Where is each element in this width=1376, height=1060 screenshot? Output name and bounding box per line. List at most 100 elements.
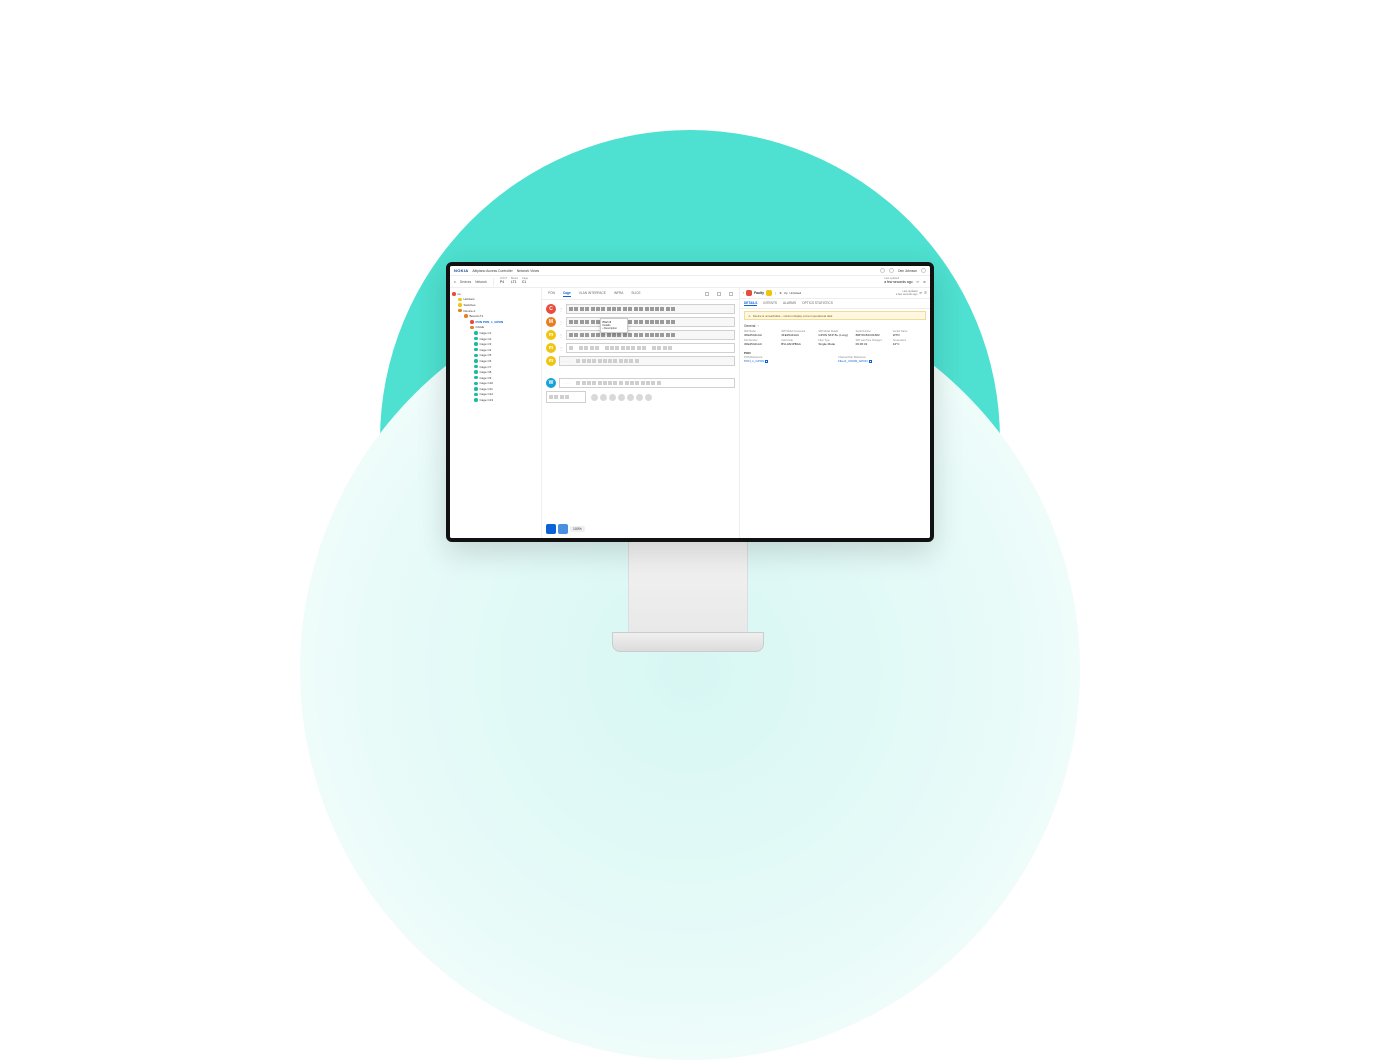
brand-logo: NOKIA — [454, 268, 468, 273]
detail-tab-optics-statistics[interactable]: OPTICS STATISTICS — [802, 301, 833, 306]
pon-subheader: PON — [740, 349, 930, 356]
monitor-frame: NOKIA Altiplano Access Controller Networ… — [446, 262, 934, 542]
property: SFP Model3FE25441AA — [744, 330, 777, 337]
devices-toggle[interactable]: Devices — [460, 280, 471, 284]
tree-node[interactable]: Cage C13 — [452, 397, 539, 403]
row-menu-icon[interactable]: ⋮ — [559, 307, 563, 312]
panel-menu-icon[interactable]: ☰ — [924, 291, 927, 295]
app-title: Altiplano Access Controller — [472, 269, 512, 273]
rack-row[interactable] — [546, 369, 735, 375]
updated-value: a few seconds ago — [896, 293, 918, 296]
toolbar: ≡ Devices Network LT/NTP4 BoardLT1 CageC… — [450, 276, 930, 288]
details-header: ‹ Faulty ⋮ ⇅ Up Unlocked Last updateda f… — [740, 288, 930, 299]
refresh-icon[interactable]: ⟳ — [916, 280, 919, 284]
section-general[interactable]: General — [740, 322, 930, 330]
notifications-icon[interactable] — [889, 268, 894, 273]
center-panel: PONCageVLAN INTERFACEINFRASLICE C⋮M⋮m⋮m⋮… — [542, 288, 740, 538]
slot-bar[interactable] — [566, 330, 735, 340]
property: Part Number3FE25441AC — [744, 339, 777, 346]
more-icon[interactable]: ⋮ — [774, 291, 777, 295]
expand-icon[interactable] — [717, 292, 721, 296]
status-dot-yellow — [766, 290, 772, 296]
row-badge[interactable]: m — [546, 330, 556, 340]
tab-pon[interactable]: PON — [548, 290, 555, 297]
row-badge[interactable]: m — [546, 343, 556, 353]
property: CLEI CodeBVL3ANPBAA — [781, 339, 814, 346]
device-tree[interactable]: ne HotdocsSwitchesDevice-1Board LT1PON P… — [450, 288, 542, 538]
zoom-fit-button[interactable] — [546, 524, 556, 534]
network-toggle[interactable]: Network — [475, 280, 487, 284]
titlebar: NOKIA Altiplano Access Controller Networ… — [450, 266, 930, 276]
app-root: NOKIA Altiplano Access Controller Networ… — [450, 266, 930, 538]
unlock-state: Unlocked — [790, 291, 802, 295]
property: Serial NumberBMT0C81C01682 — [856, 330, 889, 337]
tab-vlan-interface[interactable]: VLAN INTERFACE — [579, 290, 606, 297]
row-menu-icon[interactable]: ⋮ — [559, 320, 563, 325]
search-icon[interactable] — [880, 268, 885, 273]
row-badge[interactable]: M — [546, 317, 556, 327]
slot-bar[interactable] — [566, 343, 735, 353]
pon-references: PON ReferencePON_1_GPON Channel Pair Ref… — [740, 356, 930, 363]
apps-icon[interactable] — [921, 268, 926, 273]
reference-link[interactable]: Channel Pair ReferenceFiber1_CPAIR_GPON — [838, 356, 926, 363]
row-badge[interactable]: m — [546, 356, 556, 366]
row-menu-icon[interactable]: ⋮ — [559, 333, 563, 338]
port-circles — [589, 394, 654, 401]
back-icon[interactable]: ‹ — [743, 291, 744, 295]
bottom-row — [546, 391, 735, 403]
cage-selector[interactable]: CageC1 — [522, 278, 528, 285]
property: SFP Model DetailsGPON SFP B+ (Long) — [818, 330, 851, 337]
zoom-controls: 100% — [546, 524, 585, 534]
details-panel: ‹ Faulty ⋮ ⇅ Up Unlocked Last updateda f… — [740, 288, 930, 538]
board-selector[interactable]: BoardLT1 — [511, 278, 518, 285]
property: Fiber TypeSingle Mode — [818, 339, 851, 346]
zoom-reset-button[interactable] — [558, 524, 568, 534]
port-tooltip: Port 3 Details • Description — [600, 318, 628, 333]
monitor-foot — [612, 632, 764, 652]
last-updated-top: Last updateda few seconds ago — [884, 278, 912, 285]
property: Vendor NameWTD — [893, 330, 926, 337]
rack-view[interactable]: C⋮M⋮m⋮m⋮m· · · · ·W· · · · · Port 3 Deta… — [542, 300, 739, 538]
rack-row[interactable]: W· · · · · — [546, 378, 735, 388]
row-menu-icon[interactable]: ⋮ — [559, 346, 563, 351]
status-badge: Faulty — [754, 291, 764, 295]
breadcrumb[interactable]: Network Views — [517, 269, 539, 273]
edit-icon[interactable] — [705, 292, 709, 296]
row-badge[interactable]: W — [546, 378, 556, 388]
monitor-stand — [628, 536, 748, 636]
reference-link[interactable]: PON ReferencePON_1_GPON — [744, 356, 832, 363]
hamburger-icon[interactable]: ≡ — [454, 280, 456, 284]
rack-row[interactable]: m· · · · · — [546, 356, 735, 366]
tab-cage[interactable]: Cage — [563, 290, 571, 297]
property: Temperature42°C — [893, 339, 926, 346]
user-name[interactable]: Den Johnson — [898, 269, 917, 273]
details-tabs: DETAILS INTENTS ALARMS OPTICS STATISTICS — [740, 299, 930, 309]
slot-bar[interactable]: · · · · · — [559, 356, 735, 366]
settings-icon[interactable]: ⚙ — [923, 280, 926, 284]
rack-row[interactable]: M⋮ — [546, 317, 735, 327]
detail-tab-details[interactable]: DETAILS — [744, 301, 757, 306]
close-icon[interactable] — [729, 292, 733, 296]
rack-row[interactable]: m⋮ — [546, 343, 735, 353]
property: SFP Last Time Changed09:36:32 — [856, 339, 889, 346]
slot-bar[interactable] — [566, 304, 735, 314]
detail-tab-intents[interactable]: INTENTS — [763, 301, 777, 306]
external-link-icon — [869, 360, 872, 363]
rack-row[interactable]: C⋮ — [546, 304, 735, 314]
warning-banner: Device is unreachable – Cannot display c… — [744, 311, 926, 320]
row-badge[interactable]: C — [546, 304, 556, 314]
external-link-icon — [765, 360, 768, 363]
status-dot-red — [746, 290, 752, 296]
tab-slice[interactable]: SLICE — [631, 290, 640, 297]
slot-bar[interactable]: · · · · · — [559, 378, 735, 388]
slot-bar[interactable] — [566, 317, 735, 327]
general-properties: SFP Model3FE25441AA SFP Model Connected3F… — [740, 330, 930, 349]
lt-selector[interactable]: LT/NTP4 — [500, 278, 507, 285]
sort-icon[interactable]: ⇅ — [779, 291, 782, 295]
property: SFP Model Connected3FE25441AC — [781, 330, 814, 337]
tab-infra[interactable]: INFRA — [614, 290, 624, 297]
zoom-level[interactable]: 100% — [570, 526, 585, 532]
detail-tab-alarms[interactable]: ALARMS — [783, 301, 796, 306]
rack-row[interactable]: m⋮ — [546, 330, 735, 340]
refresh-panel-icon[interactable]: ⟳ — [919, 291, 922, 295]
